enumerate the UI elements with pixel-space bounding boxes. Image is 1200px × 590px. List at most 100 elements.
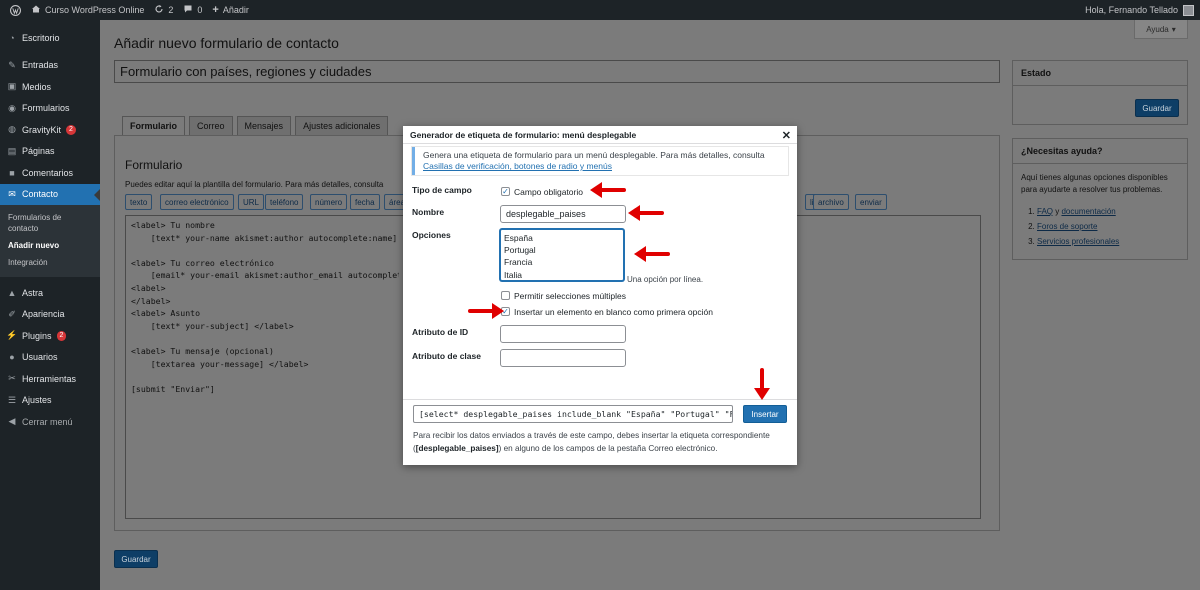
update-badge: 2 <box>56 330 67 341</box>
documentation-link[interactable]: documentación <box>1061 207 1115 216</box>
submenu-integracion[interactable]: Integración <box>0 254 100 271</box>
close-icon[interactable]: ✕ <box>782 129 791 142</box>
sidebar-item-label: Herramientas <box>22 373 77 384</box>
tag-button-numero[interactable]: número <box>310 194 348 210</box>
support-forums-link[interactable]: Foros de soporte <box>1037 222 1097 231</box>
sidebar-item-contacto[interactable]: ✉ Contacto <box>0 183 100 205</box>
submenu-anadir-nuevo[interactable]: Añadir nuevo <box>0 237 100 254</box>
sidebar-item-medios[interactable]: ▣ Medios <box>0 76 100 98</box>
options-textarea[interactable]: España Portugal Francia Italia <box>500 229 624 281</box>
option-line: Portugal <box>504 245 536 256</box>
help-item: FAQ y documentación <box>1037 204 1179 219</box>
code-line: <label> Tu correo electrónico <box>131 257 274 268</box>
mail-icon: ✉ <box>8 188 16 199</box>
panel-description: Puedes editar aquí la plantilla del form… <box>125 180 384 189</box>
tab-formulario[interactable]: Formulario <box>122 116 186 135</box>
required-checkbox[interactable]: ✓ <box>501 187 510 196</box>
chevron-down-icon: ▾ <box>1171 24 1176 34</box>
sidebar-item-ajustes[interactable]: ☰ Ajustes <box>0 390 100 412</box>
professional-services-link[interactable]: Servicios profesionales <box>1037 237 1119 246</box>
tag-button-correo[interactable]: correo electrónico <box>160 194 234 210</box>
updates-link[interactable]: 2 <box>154 4 173 16</box>
contacto-submenu: Formularios de contacto Añadir nuevo Int… <box>0 205 100 277</box>
comments-count: 0 <box>197 5 203 15</box>
name-input[interactable]: desplegable_paises <box>500 205 626 223</box>
editor-tabs: Formulario Correo Mensajes Ajustes adici… <box>122 116 389 135</box>
forms-icon: ◉ <box>8 102 16 113</box>
mail-tag-note-text: Para recibir los datos enviados a través… <box>413 431 770 440</box>
sidebar-item-comentarios[interactable]: ■ Comentarios <box>0 162 100 184</box>
mail-tag-code: [desplegable_paises] <box>415 443 499 453</box>
tag-button-texto[interactable]: texto <box>125 194 153 210</box>
sidebar-item-label: Medios <box>22 81 52 92</box>
form-title-input[interactable]: Formulario con países, regiones y ciudad… <box>114 60 1000 83</box>
settings-icon: ☰ <box>7 394 17 405</box>
help-item: Servicios profesionales <box>1037 234 1179 249</box>
modal-title: Generador de etiqueta de formulario: men… <box>410 129 637 140</box>
tab-mensajes[interactable]: Mensajes <box>236 116 292 135</box>
comments-link[interactable]: 0 <box>183 4 202 16</box>
admin-bar: Curso WordPress Online 2 0 + Añadir Hola… <box>0 0 1200 20</box>
sidebar-item-formularios[interactable]: ◉ Formularios <box>0 98 100 120</box>
faq-link[interactable]: FAQ <box>1037 207 1053 216</box>
code-line: <label> Tu mensaje (opcional) <box>131 345 274 356</box>
sidebar-item-apariencia[interactable]: ✐ Apariencia <box>0 304 100 326</box>
my-account[interactable]: Hola, Fernando Tellado <box>1085 0 1194 20</box>
appearance-icon: ✐ <box>8 308 16 319</box>
sidebar-item-gravitykit[interactable]: ◍ GravityKit 2 <box>0 119 100 141</box>
tab-correo[interactable]: Correo <box>189 116 233 135</box>
tools-icon: ✂ <box>8 373 16 384</box>
code-line: <label> Asunto <box>131 308 201 319</box>
submenu-formularios-de-contacto[interactable]: Formularios de contacto <box>0 209 100 237</box>
options-hint: Una opción por línea. <box>627 275 704 284</box>
mail-tag-note: Para recibir los datos enviados a través… <box>413 431 770 453</box>
insert-tag-button[interactable]: Insertar <box>743 405 787 423</box>
multiple-label: Permitir selecciones múltiples <box>514 291 626 301</box>
code-line: [text* your-subject] </label> <box>131 320 294 331</box>
new-content-link[interactable]: + Añadir <box>212 4 248 16</box>
tag-button-archivo[interactable]: archivo <box>813 194 849 210</box>
dashboard-icon: ◔ <box>9 32 15 43</box>
id-attribute-input[interactable] <box>500 325 626 343</box>
comment-bubble-icon <box>183 4 193 16</box>
tag-button-telefono[interactable]: teléfono <box>265 194 304 210</box>
users-icon: ● <box>9 352 15 363</box>
help-tab[interactable]: Ayuda ▾ <box>1134 20 1188 39</box>
notice-docs-link[interactable]: Casillas de verificación, botones de rad… <box>423 161 612 171</box>
save-button[interactable]: Guardar <box>114 550 158 568</box>
help-box-title: ¿Necesitas ayuda? <box>1013 139 1187 164</box>
class-attribute-input[interactable] <box>500 349 626 367</box>
include-blank-label: Insertar un elemento en blanco como prim… <box>514 307 713 317</box>
status-save-button[interactable]: Guardar <box>1135 99 1179 117</box>
wp-logo-icon[interactable] <box>10 4 21 16</box>
astra-icon: ▲ <box>7 287 17 298</box>
sidebar-item-entradas[interactable]: ✎ Entradas <box>0 55 100 77</box>
sidebar-item-label: Formularios <box>22 103 70 114</box>
sidebar-item-escritorio[interactable]: ◔ Escritorio <box>0 27 100 49</box>
sidebar-item-herramientas[interactable]: ✂ Herramientas <box>0 368 100 390</box>
site-name-link[interactable]: Curso WordPress Online <box>31 4 144 16</box>
info-notice: Genera una etiqueta de formulario para u… <box>412 147 788 175</box>
sidebar-item-label: Apariencia <box>22 309 65 320</box>
media-icon: ▣ <box>7 81 17 92</box>
new-label: Añadir <box>222 5 249 15</box>
sidebar-item-usuarios[interactable]: ● Usuarios <box>0 347 100 369</box>
tab-ajustes-adicionales[interactable]: Ajustes adicionales <box>295 116 389 135</box>
tag-button-url[interactable]: URL <box>238 194 265 210</box>
collapse-icon: ◀ <box>8 416 16 427</box>
sidebar-item-label: Escritorio <box>22 32 60 43</box>
sidebar-item-label: GravityKit <box>22 124 62 135</box>
include-blank-checkbox[interactable]: ✓ <box>501 307 510 316</box>
multiple-checkbox[interactable] <box>501 291 510 300</box>
tag-button-enviar[interactable]: enviar <box>855 194 887 210</box>
sidebar-item-plugins[interactable]: ⚡ Plugins 2 <box>0 325 100 347</box>
pages-icon: ▤ <box>7 145 17 156</box>
notice-text: Genera una etiqueta de formulario para u… <box>423 150 765 160</box>
tag-button-fecha[interactable]: fecha <box>350 194 380 210</box>
sidebar-item-paginas[interactable]: ▤ Páginas <box>0 141 100 163</box>
option-line: Italia <box>504 269 522 280</box>
sidebar-item-astra[interactable]: ▲ Astra <box>0 282 100 304</box>
generated-tag-input[interactable]: [select* desplegable_paises include_blan… <box>413 405 733 423</box>
sidebar-collapse-menu[interactable]: ◀ Cerrar menú <box>0 411 100 433</box>
